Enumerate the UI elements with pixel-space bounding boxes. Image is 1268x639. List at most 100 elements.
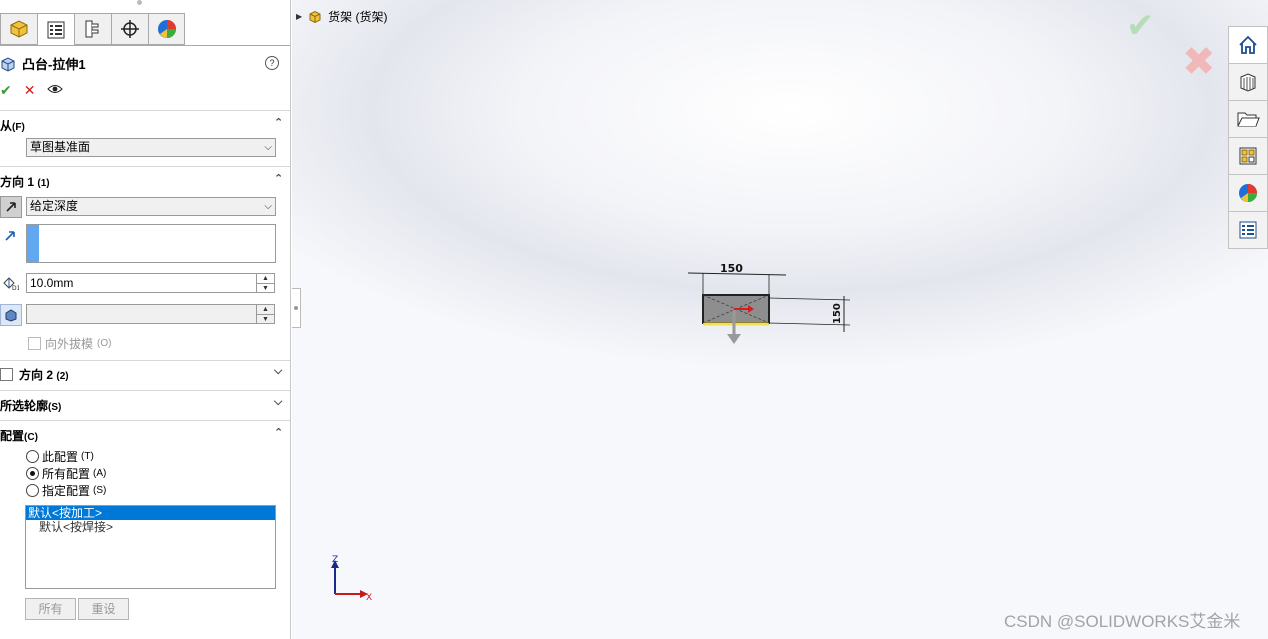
draft-angle-spinner[interactable]: ▲ ▼ xyxy=(256,305,274,323)
direction2-section-header[interactable]: 方向 2 (2) ⌵ xyxy=(0,365,290,383)
confirm-corner-ok-icon[interactable]: ✔ xyxy=(1126,6,1155,46)
home-icon xyxy=(1239,35,1257,54)
tab-feature-manager[interactable] xyxy=(0,13,37,45)
display-manager-icon xyxy=(157,20,176,38)
checkbox-box[interactable] xyxy=(28,337,41,350)
panel-collapse-handle[interactable] xyxy=(292,288,301,328)
config-key: (C) xyxy=(24,432,38,443)
extrude-preview[interactable]: 150 150 xyxy=(672,258,872,358)
help-icon[interactable]: ? xyxy=(265,56,279,70)
chevron-down-icon[interactable]: ⌵ xyxy=(274,396,282,409)
taskpane-custom-properties[interactable] xyxy=(1228,211,1268,249)
depth-spinner[interactable]: ▲ ▼ xyxy=(256,274,274,292)
radio-button[interactable] xyxy=(26,467,39,480)
list-item[interactable]: 默认<按加工> xyxy=(26,506,275,520)
list-item[interactable]: 默认<按焊接> xyxy=(26,520,275,534)
panel-grip[interactable] xyxy=(137,0,142,5)
draft-angle-input[interactable]: ▲ ▼ xyxy=(26,304,275,324)
tab-dimxpert-manager[interactable] xyxy=(111,13,148,45)
taskpane-home[interactable] xyxy=(1228,26,1268,63)
contours-label: 所选轮廓 xyxy=(0,399,49,413)
direction2-label: 方向 2 xyxy=(19,368,54,382)
manager-tabs xyxy=(0,13,185,46)
custom-properties-icon xyxy=(1239,221,1257,239)
direction-vector-selection-box[interactable] xyxy=(26,224,276,263)
radio-button[interactable] xyxy=(26,484,39,497)
reverse-direction-icon xyxy=(6,202,16,212)
extension-line xyxy=(768,297,851,301)
tree-part-label: 货架 (货架) xyxy=(328,10,388,24)
feature-title: 凸台-拉伸1 xyxy=(0,54,86,73)
contours-key: (S) xyxy=(48,402,62,413)
depth-value: 10.0mm xyxy=(30,276,74,290)
spin-down-icon[interactable]: ▼ xyxy=(257,315,274,324)
taskpane-view-palette[interactable] xyxy=(1228,137,1268,174)
action-buttons: ✔ ✕ xyxy=(0,82,64,99)
direction1-section-header[interactable]: 方向 1 (1) ⌃ xyxy=(0,172,290,190)
flyout-feature-tree[interactable]: ▶ 货架 (货架) xyxy=(296,8,387,25)
tab-display-manager[interactable] xyxy=(148,13,185,45)
vertical-dimension-label[interactable]: 150 xyxy=(832,303,843,324)
spin-up-icon[interactable]: ▲ xyxy=(257,305,274,315)
preview-button[interactable] xyxy=(47,83,64,98)
radio-button[interactable] xyxy=(26,450,39,463)
divider xyxy=(0,110,290,111)
expand-arrow-icon[interactable]: ▶ xyxy=(296,12,302,21)
depth-icon: D1 xyxy=(0,273,20,293)
taskpane-appearances[interactable] xyxy=(1228,174,1268,211)
divider xyxy=(0,360,290,361)
confirm-corner-cancel-icon[interactable]: ✖ xyxy=(1182,42,1216,82)
config-label: 配置 xyxy=(0,429,25,443)
config-section-header[interactable]: 配置(C) ⌃ xyxy=(0,426,290,444)
dimxpert-icon xyxy=(121,20,139,38)
boss-extrude-icon xyxy=(1,56,15,72)
depth-input[interactable]: 10.0mm ▲ ▼ xyxy=(26,273,275,293)
ok-button[interactable]: ✔ xyxy=(0,82,12,99)
radio-label: 此配置 xyxy=(42,450,79,464)
divider xyxy=(0,390,290,391)
from-section-header[interactable]: 从(F) ⌃ xyxy=(0,116,290,134)
taskpane-file-explorer[interactable] xyxy=(1228,100,1268,137)
draft-outward-key: (O) xyxy=(97,338,112,349)
cancel-button[interactable]: ✕ xyxy=(24,82,36,99)
end-condition-value: 给定深度 xyxy=(30,199,79,213)
feature-manager-icon xyxy=(10,20,28,38)
radio-specify-configs[interactable]: 指定配置 (S) xyxy=(26,482,106,499)
chevron-up-icon[interactable]: ⌃ xyxy=(274,426,283,439)
all-button[interactable]: 所有 xyxy=(25,598,76,620)
radio-label: 指定配置 xyxy=(42,484,91,498)
direction2-checkbox[interactable] xyxy=(0,368,13,381)
draft-toggle-button[interactable] xyxy=(0,304,22,326)
direction-vector-icon xyxy=(0,226,20,246)
taskpane-design-library[interactable] xyxy=(1228,63,1268,100)
end-condition-dropdown[interactable]: 给定深度 ⌵ xyxy=(26,197,276,216)
chevron-up-icon[interactable]: ⌃ xyxy=(274,116,283,129)
radio-all-configs[interactable]: 所有配置 (A) xyxy=(26,465,106,482)
draft-outward-label: 向外拔模 xyxy=(45,337,94,351)
spin-up-icon[interactable]: ▲ xyxy=(257,274,274,284)
divider xyxy=(0,420,290,421)
chevron-down-icon[interactable]: ⌵ xyxy=(274,365,282,378)
property-manager-panel: 凸台-拉伸1 ? ✔ ✕ 从(F) ⌃ 草图基准面 ⌵ 方向 1 (1) ⌃ 给… xyxy=(0,0,291,639)
drag-arrow-icon[interactable] xyxy=(727,334,741,344)
triad-z-label: Z xyxy=(332,555,338,565)
reverse-direction-button[interactable] xyxy=(0,196,22,218)
radio-key: (T) xyxy=(81,451,94,462)
chevron-down-icon: ⌵ xyxy=(264,142,272,153)
tab-property-manager[interactable] xyxy=(37,13,74,45)
tab-configuration-manager[interactable] xyxy=(74,13,111,45)
graphics-viewport[interactable]: ▶ 货架 (货架) ✔ ✖ 150 150 Z X CSDN @SOLIDWOR… xyxy=(292,0,1268,639)
chevron-up-icon[interactable]: ⌃ xyxy=(274,172,283,185)
from-dropdown-value: 草图基准面 xyxy=(30,140,91,154)
draft-outward-checkbox[interactable]: 向外拔模 (O) xyxy=(28,335,111,352)
spin-down-icon[interactable]: ▼ xyxy=(257,284,274,293)
reset-button[interactable]: 重设 xyxy=(78,598,129,620)
radio-this-config[interactable]: 此配置 (T) xyxy=(26,448,94,465)
radio-label: 所有配置 xyxy=(42,467,91,481)
contours-section-header[interactable]: 所选轮廓(S) ⌵ xyxy=(0,396,290,414)
horizontal-dimension-label[interactable]: 150 xyxy=(720,262,743,275)
from-dropdown[interactable]: 草图基准面 ⌵ xyxy=(26,138,276,157)
chevron-down-icon: ⌵ xyxy=(264,201,272,212)
appearances-icon xyxy=(1239,184,1257,202)
config-list[interactable]: 默认<按加工> 默认<按焊接> xyxy=(25,505,276,589)
